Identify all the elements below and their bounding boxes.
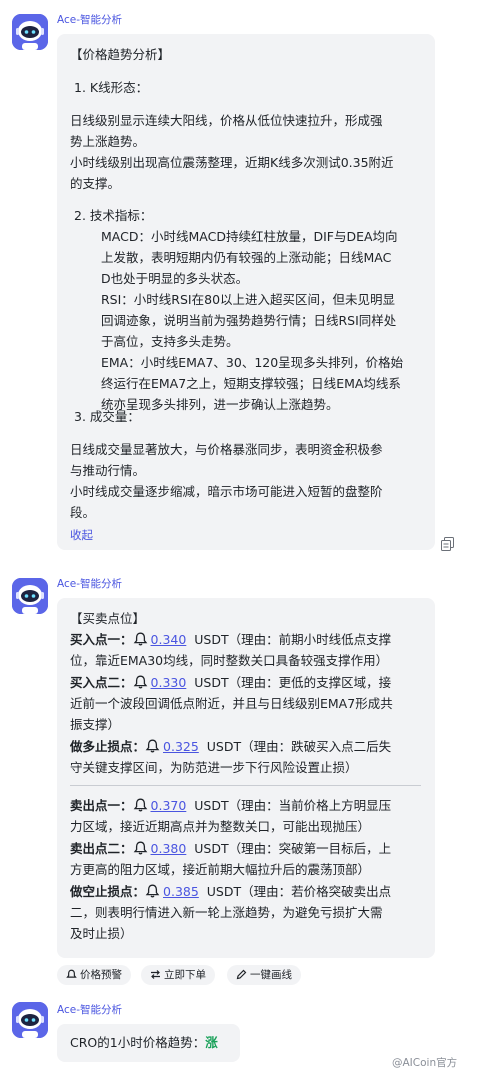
indicator-line: 回调迹象，说明当前为强势趋势行情；日线RSI同样处: [101, 313, 397, 328]
copy-icon[interactable]: [441, 537, 454, 551]
trade-point-row: 卖出点二： 0.380 USDT（理由：突破第一目标后，上: [70, 839, 391, 859]
unit-label: USDT: [194, 632, 229, 647]
bell-alert-icon[interactable]: [145, 739, 160, 753]
price-alert-button[interactable]: 价格预警: [57, 965, 131, 985]
indicator-line: D也处于明显的多头状态。: [101, 271, 249, 286]
trend-row: CRO的1小时价格趋势：涨: [70, 1033, 218, 1053]
indicator-line: 终运行在EMA7之上，短期支撑较强；日线EMA均线系: [101, 376, 401, 391]
indicators-heading: 2. 技术指标：: [74, 208, 153, 223]
collapse-link[interactable]: 收起: [70, 525, 93, 545]
unit-label: USDT: [206, 739, 242, 754]
trade-point-row: 做多止损点： 0.325 USDT（理由：跌破买入点二后失: [70, 737, 391, 757]
pencil-icon: [236, 969, 247, 980]
reason-text: 及时止损）: [70, 926, 133, 941]
point-label: 做空止损点：: [70, 884, 146, 899]
reason-text: （理由：更低的支撑区域，接: [228, 675, 392, 690]
kline-line: 的支撑。: [70, 176, 121, 191]
reason-text: 近前一个波段回调低点附近，并且与日线级别EMA7形成共: [70, 696, 393, 711]
swap-arrows-icon: [151, 970, 160, 979]
reason-text: 方更高的阻力区域，接近前期大幅拉升后的震荡顶部）: [70, 862, 371, 877]
section-title: 【买卖点位】: [70, 611, 146, 626]
chip-label: 立即下单: [164, 969, 206, 981]
indicator-line: MACD：小时线MACD持续红柱放量，DIF与DEA均向: [101, 229, 398, 244]
section-title: 【价格趋势分析】: [70, 47, 171, 62]
reason-text: 力区域，接近近期高点并为整数关口，可能出现抛压）: [70, 819, 371, 834]
place-order-button[interactable]: 立即下单: [141, 965, 215, 985]
unit-label: USDT: [206, 884, 242, 899]
price-link[interactable]: 0.380: [151, 841, 187, 856]
kline-line: 日线级别显示连续大阳线，价格从低位快速拉升，形成强: [70, 113, 383, 128]
trend-value: 涨: [205, 1035, 218, 1050]
indicator-line: RSI：小时线RSI在80以上进入超买区间，但未见明显: [101, 292, 396, 307]
price-link[interactable]: 0.325: [163, 739, 199, 754]
point-label: 卖出点一：: [70, 798, 133, 813]
robot-avatar-icon: [12, 14, 48, 50]
point-label: 买入点二：: [70, 675, 133, 690]
bell-alert-icon[interactable]: [133, 841, 148, 855]
trend-text: CRO的1小时价格趋势：: [70, 1035, 206, 1050]
analysis-bubble: 【价格趋势分析】 1. K线形态： 日线级别显示连续大阳线，价格从低位快速拉升，…: [57, 34, 435, 550]
kline-line: 势上涨趋势。: [70, 134, 146, 149]
robot-avatar-icon: [12, 578, 48, 614]
indicator-line: EMA：小时线EMA7、30、120呈现多头排列，价格始: [101, 355, 404, 370]
price-link[interactable]: 0.370: [151, 798, 187, 813]
point-label: 卖出点二：: [70, 841, 133, 856]
divider: [70, 785, 421, 786]
reason-text: 守关键支撑区间，为防范进一步下行风险设置止损）: [70, 760, 358, 775]
price-link[interactable]: 0.385: [163, 884, 199, 899]
trade-point-row: 做空止损点： 0.385 USDT（理由：若价格突破卖出点: [70, 882, 391, 902]
price-link[interactable]: 0.330: [151, 675, 187, 690]
watermark: @AICoin官方: [392, 1057, 458, 1069]
trade-point-row: 卖出点一： 0.370 USDT（理由：当前价格上方明显压: [70, 796, 391, 816]
unit-label: USDT: [194, 675, 229, 690]
trade-point-row: 买入点一： 0.340 USDT（理由：前期小时线低点支撑: [70, 630, 391, 650]
trend-bubble: CRO的1小时价格趋势：涨: [57, 1024, 240, 1062]
bell-icon: [66, 969, 77, 978]
volume-line: 段。: [70, 505, 96, 520]
trade-point-row: 买入点二： 0.330 USDT（理由：更低的支撑区域，接: [70, 673, 391, 693]
reason-text: （理由：跌破买入点二后失: [241, 739, 392, 754]
volume-line: 小时线成交量逐步缩减，暗示市场可能进入短暂的盘整阶: [70, 484, 383, 499]
point-label: 买入点一：: [70, 632, 133, 647]
reason-text: 二，则表明行情进入新一轮上涨趋势，为避免亏损扩大需: [70, 905, 383, 920]
robot-avatar-icon: [12, 1002, 48, 1038]
sender-name: Ace-智能分析: [57, 578, 123, 590]
bell-alert-icon[interactable]: [133, 675, 148, 689]
reason-text: 振支撑）: [70, 717, 121, 732]
kline-heading: 1. K线形态：: [74, 80, 149, 95]
reason-text: （理由：当前价格上方明显压: [228, 798, 392, 813]
draw-line-button[interactable]: 一键画线: [227, 965, 301, 985]
reason-text: （理由：突破第一目标后，上: [228, 841, 392, 856]
kline-line: 小时线级别出现高位震荡整理，近期K线多次测试0.35附近: [70, 155, 394, 170]
reason-text: （理由：若价格突破卖出点: [241, 884, 392, 899]
indicator-line: 于高位，支持多头走势。: [101, 334, 239, 349]
reason-text: 位，靠近EMA30均线，同时整数关口具备较强支撑作用）: [70, 653, 389, 668]
indicator-line: 上发散，表明短期内仍有较强的上涨动能；日线MAC: [101, 250, 392, 265]
unit-label: USDT: [194, 798, 229, 813]
bell-alert-icon[interactable]: [133, 798, 148, 812]
unit-label: USDT: [194, 841, 229, 856]
chip-label: 价格预警: [80, 969, 122, 981]
volume-line: 日线成交量显著放大，与价格暴涨同步，表明资金积极参: [70, 442, 383, 457]
trade-points-bubble: 【买卖点位】 买入点一： 0.340 USDT（理由：前期小时线低点支撑 位，靠近…: [57, 598, 435, 958]
volume-line: 与推动行情。: [70, 463, 146, 478]
point-label: 做多止损点：: [70, 739, 146, 754]
sender-name: Ace-智能分析: [57, 14, 123, 26]
reason-text: （理由：前期小时线低点支撑: [228, 632, 392, 647]
volume-heading: 3. 成交量：: [74, 409, 140, 424]
chip-label: 一键画线: [250, 969, 292, 981]
bell-alert-icon[interactable]: [133, 632, 148, 646]
sender-name: Ace-智能分析: [57, 1004, 123, 1016]
price-link[interactable]: 0.340: [151, 632, 187, 647]
bell-alert-icon[interactable]: [145, 884, 160, 898]
